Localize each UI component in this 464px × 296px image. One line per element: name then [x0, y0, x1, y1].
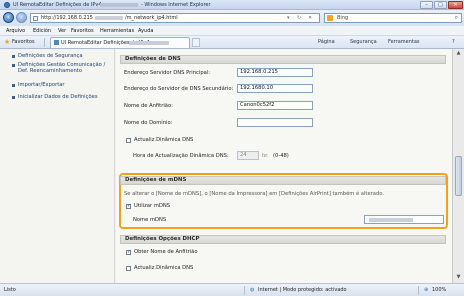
dhcp-dynamic-label: Actualiz.Dinâmica DNS [134, 265, 194, 271]
dropdown-icon[interactable]: ▾ [287, 15, 290, 21]
sidebar-item-security[interactable]: Definições de Segurança [18, 53, 112, 59]
search-box[interactable]: Bing ⌕ [324, 13, 462, 23]
menu-item-favoritos[interactable]: Favoritos [71, 28, 94, 34]
mdns-note: Se alterar o [Nome de mDNS], o [Nome da … [124, 191, 384, 197]
mdns-name-input[interactable] [364, 215, 444, 224]
menu-bar: Arquivo Edición Ver Favoritos Herramient… [0, 26, 464, 36]
status-text: Listo [4, 287, 16, 293]
ie-icon [4, 2, 10, 8]
domain-name-input[interactable] [237, 118, 313, 127]
mdns-name-label: Nome mDNS [133, 217, 167, 223]
divider [44, 38, 45, 47]
use-mdns-label: Utilizar mDNS [134, 203, 171, 209]
menu-item-herramientas[interactable]: Herramientas [100, 28, 134, 34]
address-bar[interactable]: http://192.168.0.215 /m_network_ip4.html… [30, 13, 320, 23]
dynamic-interval-input[interactable]: 24 [237, 151, 259, 160]
toolbar-help[interactable]: ? [452, 39, 455, 45]
interval-unit: hr. [262, 153, 269, 159]
bullet-icon [12, 55, 15, 58]
dhcp-dynamic-checkbox[interactable] [126, 266, 131, 271]
url-prefix: http://192.168.0.215 [41, 15, 93, 21]
redacted-tab-part [129, 41, 169, 45]
redacted-title-part [100, 3, 138, 7]
redacted-url-part [95, 16, 123, 20]
primary-dns-input[interactable]: 192.168.0.215 [237, 68, 313, 77]
window-title-suffix: - Windows Internet Explorer [141, 2, 211, 8]
redacted-mdns-name [369, 218, 413, 222]
interval-range: (0-48) [273, 153, 289, 159]
scroll-up-icon[interactable]: ▲ [455, 50, 462, 57]
refresh-icon[interactable]: ↻ [297, 15, 301, 21]
new-tab-button[interactable] [192, 38, 200, 47]
close-button[interactable]: ✕ [448, 1, 463, 9]
use-mdns-checkbox[interactable]: ✓ [126, 204, 131, 209]
zoom-level[interactable]: 100% [432, 287, 446, 293]
host-name-label: Nome de Anfitrião: [124, 103, 173, 109]
divider [418, 286, 419, 295]
favorites-bar: ★ Favoritos UI RemotaEditar Definições d… [0, 36, 464, 49]
obtain-host-checkbox[interactable]: ✓ [126, 250, 131, 255]
maximize-button[interactable]: □ [434, 1, 447, 9]
host-name-input[interactable]: Canon0c52f2 [237, 101, 313, 110]
menu-item-ver[interactable]: Ver [58, 28, 66, 34]
bullet-icon [12, 96, 15, 99]
mdns-section-heading: Definições de mDNS [120, 176, 446, 185]
toolbar-security[interactable]: Segurança [350, 39, 377, 45]
security-zone[interactable]: Internet | Modo protegido: activado [258, 287, 347, 293]
globe-icon: ◍ [250, 287, 255, 293]
vertical-scrollbar[interactable]: ▲ ▼ [452, 49, 464, 283]
star-icon[interactable]: ★ [4, 38, 10, 46]
domain-name-label: Nome do Domínio: [124, 120, 173, 126]
page-icon [33, 16, 38, 21]
divider [244, 286, 245, 295]
obtain-host-label: Obter Nome de Anfitrião [134, 249, 198, 255]
sidebar-item-initialize[interactable]: Inicializar Dados de Definições [18, 94, 112, 100]
sidebar-item-communication[interactable]: Definições Gestão Comunicação / Def. Ree… [18, 62, 114, 75]
dynamic-interval-label: Hora de Actualização Dinâmica DNS: [133, 153, 229, 159]
zoom-icon[interactable]: ⊕ [424, 287, 428, 293]
scroll-down-icon[interactable]: ▼ [455, 274, 462, 281]
window-title: UI RemotaEditar Definições de IPv4: [13, 2, 104, 8]
menu-item-edicion[interactable]: Edición [33, 28, 51, 34]
main-panel: Definições de DNS Endereço Servidor DNS … [116, 49, 452, 283]
toolbar-page[interactable]: Página [318, 39, 335, 45]
primary-dns-label: Endereço Servidor DNS Principal: [124, 70, 210, 76]
bing-icon [327, 15, 333, 21]
bullet-icon [12, 84, 15, 87]
back-button[interactable]: ‹ [3, 12, 14, 23]
dynamic-dns-label: Actualiz.Dinâmica DNS [134, 137, 194, 143]
scroll-thumb[interactable] [455, 156, 462, 196]
dynamic-dns-checkbox[interactable] [126, 138, 131, 143]
secondary-dns-input[interactable]: 192.1680.10 [237, 84, 313, 93]
menu-item-ayuda[interactable]: Ayuda [138, 28, 153, 34]
search-engine-label: Bing [337, 15, 349, 21]
sidebar-item-import-export[interactable]: Importar/Exportar [18, 82, 112, 88]
dhcp-section-heading: Definições Opções DHCP [120, 235, 446, 244]
url-suffix: /m_network_ip4.html [125, 15, 178, 21]
page-content: Definições de Segurança Definições Gestã… [0, 49, 464, 283]
address-row: ‹ › http://192.168.0.215 /m_network_ip4.… [0, 10, 464, 26]
browser-tab[interactable]: UI RemotaEditar Definições de IPv4: [50, 37, 190, 48]
title-bar: UI RemotaEditar Definições de IPv4: - Wi… [0, 0, 464, 10]
bullet-icon [12, 64, 15, 67]
dns-section-heading: Definições de DNS [120, 55, 446, 64]
stop-icon[interactable]: ✕ [308, 15, 312, 21]
magnifier-icon[interactable]: ⌕ [455, 14, 458, 22]
minimize-button[interactable]: – [420, 1, 433, 9]
favorites-label[interactable]: Favoritos [12, 39, 35, 45]
toolbar-tools[interactable]: Ferramentas [388, 39, 420, 45]
status-bar: Listo ◍ Internet | Modo protegido: activ… [0, 283, 464, 296]
sidebar: Definições de Segurança Definições Gestã… [0, 49, 115, 283]
secondary-dns-label: Endereço do Servidor de DNS Secundário: [124, 86, 234, 92]
forward-button[interactable]: › [16, 12, 27, 23]
tab-page-icon [54, 40, 59, 45]
menu-item-arquivo[interactable]: Arquivo [6, 28, 25, 34]
